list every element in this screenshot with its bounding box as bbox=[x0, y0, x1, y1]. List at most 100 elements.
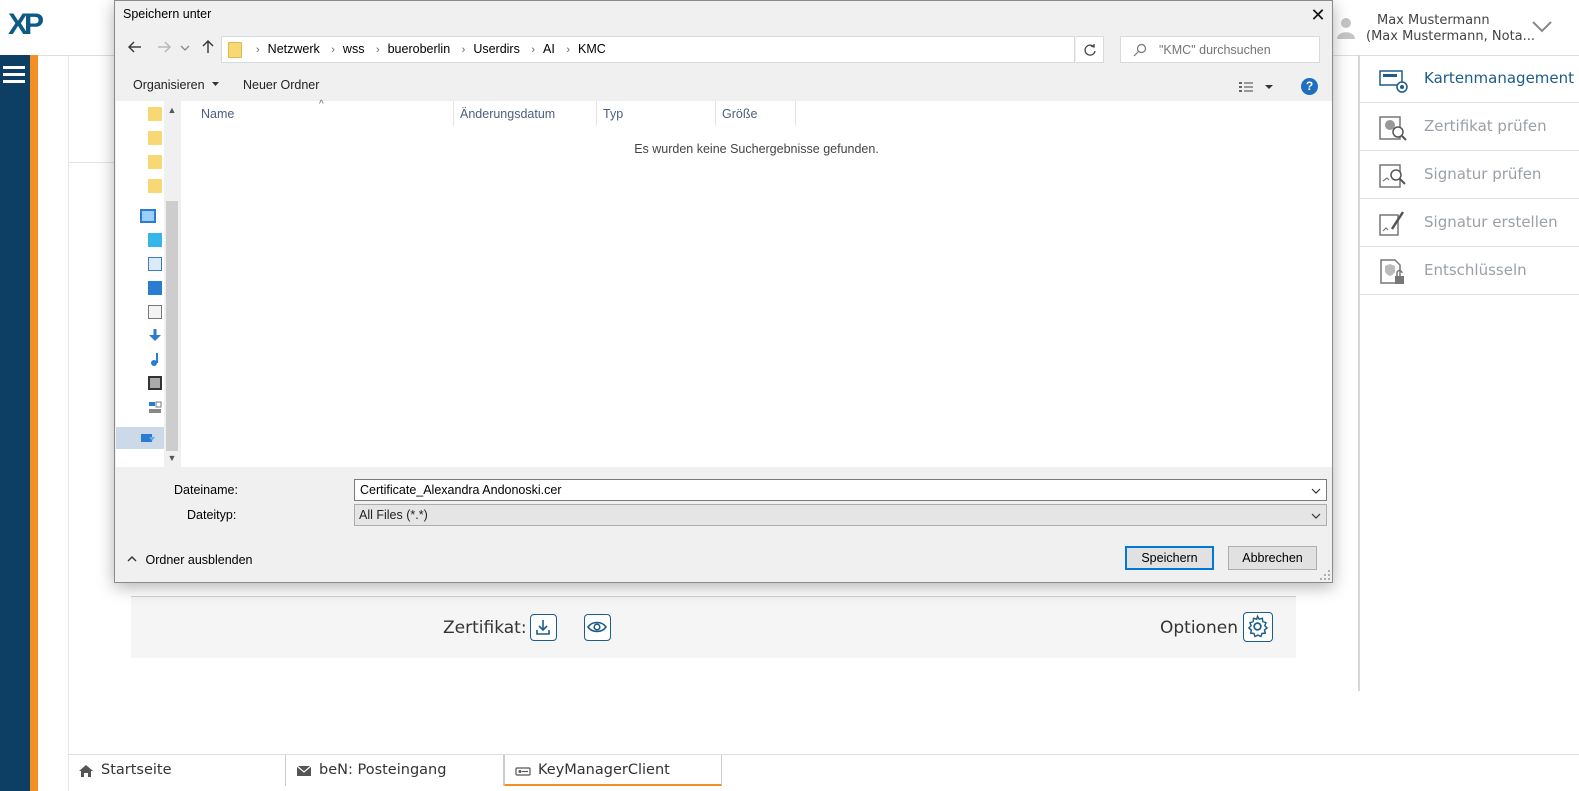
search-input[interactable] bbox=[1159, 41, 1309, 59]
save-button[interactable]: Speichern bbox=[1125, 546, 1214, 570]
folder-icon[interactable] bbox=[148, 131, 162, 145]
app-logo[interactable]: XP bbox=[8, 8, 58, 44]
close-button[interactable]: ✕ bbox=[1305, 3, 1331, 27]
back-button[interactable] bbox=[125, 39, 145, 59]
sidebar-item-kartenmanagement[interactable]: Kartenmanagement bbox=[1360, 55, 1579, 103]
filename-input[interactable] bbox=[360, 482, 1290, 498]
up-button[interactable] bbox=[198, 39, 218, 59]
chevron-down-icon[interactable] bbox=[1310, 485, 1322, 497]
refresh-button[interactable] bbox=[1076, 36, 1104, 63]
tab-ben-posteingang[interactable]: beN: Posteingang bbox=[286, 755, 504, 786]
nav-scrollbar[interactable]: ▲ ▼ bbox=[164, 101, 180, 467]
cancel-button[interactable]: Abbrechen bbox=[1228, 546, 1317, 570]
tab-keymanagerclient[interactable]: KeyManagerClient bbox=[504, 755, 722, 786]
filetype-label: Dateityp: bbox=[187, 508, 237, 522]
home-icon bbox=[79, 765, 93, 777]
documents-icon[interactable] bbox=[148, 305, 162, 319]
caret-down-icon bbox=[212, 82, 220, 86]
new-folder-button[interactable]: Neuer Ordner bbox=[243, 78, 319, 92]
certificate-check-icon bbox=[1379, 116, 1407, 141]
bottom-tab-bar: Startseite beN: Posteingang KeyManagerCl… bbox=[68, 754, 1579, 791]
sidebar-item-zertifikat-pruefen[interactable]: Zertifikat prüfen bbox=[1360, 103, 1579, 151]
breadcrumb-item[interactable]: KMC bbox=[578, 42, 606, 56]
recent-locations-button[interactable] bbox=[178, 39, 192, 59]
breadcrumb-item[interactable]: wss bbox=[343, 42, 365, 56]
search-icon bbox=[1133, 43, 1147, 57]
sidebar-item-signatur-pruefen[interactable]: Signatur prüfen bbox=[1360, 151, 1579, 199]
breadcrumb-item[interactable]: Netzwerk bbox=[268, 42, 320, 56]
filename-field[interactable] bbox=[354, 479, 1327, 501]
chevron-down-icon bbox=[180, 45, 190, 51]
breadcrumb-item[interactable]: bueroberlin bbox=[388, 42, 451, 56]
arrow-up-icon bbox=[202, 40, 214, 53]
arrow-left-icon bbox=[128, 41, 141, 53]
resize-grip-icon[interactable] bbox=[1319, 569, 1331, 581]
filetype-select[interactable]: All Files (*.*) bbox=[354, 504, 1327, 526]
organize-menu[interactable]: Organisieren bbox=[133, 78, 220, 92]
chevron-up-icon bbox=[127, 556, 137, 562]
help-icon: ? bbox=[1305, 79, 1314, 93]
breadcrumb: › Netzwerk › wss › bueroberlin › Userdirs › A… bbox=[256, 42, 606, 56]
pictures-icon[interactable] bbox=[148, 257, 162, 271]
gear-icon bbox=[1247, 614, 1269, 638]
chevron-down-icon[interactable] bbox=[1310, 510, 1322, 522]
search-box[interactable] bbox=[1120, 36, 1320, 63]
view-options-button[interactable] bbox=[1237, 79, 1277, 95]
scroll-down-icon[interactable]: ▼ bbox=[167, 453, 177, 463]
scrollbar-thumb[interactable] bbox=[166, 201, 178, 451]
folder-icon[interactable] bbox=[148, 107, 162, 121]
action-sidebar: Kartenmanagement Zertifikat prüfen Signa… bbox=[1358, 55, 1579, 691]
help-button[interactable]: ? bbox=[1301, 78, 1318, 95]
dialog-title: Speichern unter bbox=[123, 7, 212, 21]
breadcrumb-item[interactable]: Userdirs bbox=[473, 42, 520, 56]
column-separator[interactable] bbox=[715, 101, 716, 126]
column-separator[interactable] bbox=[453, 101, 454, 126]
key-manager-icon bbox=[515, 767, 531, 776]
certificate-bar: Zertifikat: Optionen bbox=[131, 596, 1296, 658]
forward-button[interactable] bbox=[154, 39, 174, 59]
sort-indicator-icon: ^ bbox=[319, 99, 324, 110]
column-header-modified[interactable]: Änderungsdatum bbox=[460, 107, 555, 121]
save-as-dialog: Speichern unter ✕ › Netzwerk › wss › buerob… bbox=[114, 0, 1333, 583]
signature-create-icon bbox=[1379, 211, 1405, 236]
user-menu[interactable]: Max Mustermann (Max Mustermann, Nota... bbox=[1336, 12, 1579, 48]
details-view-icon bbox=[1239, 82, 1273, 92]
sidebar-item-entschluesseln[interactable]: Entschlüsseln bbox=[1360, 247, 1579, 295]
this-pc-icon[interactable] bbox=[140, 209, 156, 223]
view-certificate-button[interactable] bbox=[584, 614, 611, 641]
download-certificate-button[interactable] bbox=[530, 614, 557, 641]
options-button[interactable] bbox=[1243, 612, 1273, 642]
desktop-icon[interactable] bbox=[148, 281, 162, 295]
card-icon bbox=[1379, 70, 1408, 93]
tab-startseite[interactable]: Startseite bbox=[68, 755, 286, 786]
address-bar[interactable]: › Netzwerk › wss › bueroberlin › Userdirs › A… bbox=[221, 36, 1172, 63]
user-avatar-icon bbox=[1337, 18, 1355, 39]
music-icon[interactable] bbox=[148, 352, 162, 366]
folder-icon[interactable] bbox=[148, 179, 162, 193]
folder-icon bbox=[228, 42, 242, 58]
filetype-value: All Files (*.*) bbox=[359, 508, 428, 522]
downloads-icon[interactable] bbox=[148, 328, 162, 342]
decrypt-icon bbox=[1380, 259, 1404, 284]
column-header-size[interactable]: Größe bbox=[722, 107, 757, 121]
arrow-right-icon bbox=[158, 41, 171, 53]
hide-folders-toggle[interactable]: Ordner ausblenden bbox=[127, 553, 253, 567]
column-header-name[interactable]: Name bbox=[201, 107, 234, 121]
column-header-type[interactable]: Typ bbox=[603, 107, 623, 121]
videos-icon[interactable] bbox=[148, 376, 162, 390]
scroll-up-icon[interactable]: ▲ bbox=[167, 105, 177, 115]
3d-objects-icon[interactable] bbox=[148, 233, 162, 247]
network-drive-icon[interactable] bbox=[148, 400, 162, 414]
folder-icon[interactable] bbox=[148, 155, 162, 169]
left-nav-bar bbox=[0, 55, 30, 791]
user-subtitle: (Max Mustermann, Nota... bbox=[1366, 29, 1536, 44]
filename-label: Dateiname: bbox=[174, 483, 238, 497]
breadcrumb-item[interactable]: AI bbox=[543, 42, 555, 56]
network-icon[interactable] bbox=[140, 431, 156, 445]
chevron-down-icon[interactable] bbox=[1531, 18, 1553, 34]
user-name: Max Mustermann bbox=[1377, 13, 1490, 28]
column-separator[interactable] bbox=[795, 101, 796, 126]
sidebar-item-signatur-erstellen[interactable]: Signatur erstellen bbox=[1360, 199, 1579, 247]
column-separator[interactable] bbox=[596, 101, 597, 126]
hamburger-menu-icon[interactable] bbox=[3, 66, 25, 84]
